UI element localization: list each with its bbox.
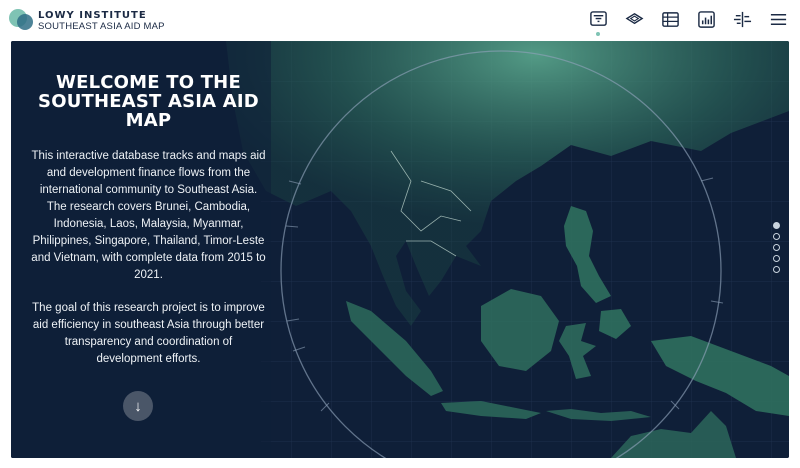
top-bar: LOWY INSTITUTE SOUTHEAST ASIA AID MAP — [0, 0, 800, 40]
bar-chart-button[interactable] — [697, 10, 716, 29]
compare-icon — [733, 11, 752, 28]
map-layers-button[interactable] — [625, 10, 644, 29]
menu-icon — [770, 13, 787, 26]
intro-panel: WELCOME TO THE SOUTHEAST ASIA AID MAP Th… — [31, 73, 266, 384]
scroll-down-button[interactable]: ↓ — [123, 391, 153, 421]
lowy-logo-icon[interactable] — [9, 9, 35, 31]
pager-dot-4[interactable] — [773, 255, 780, 262]
menu-button[interactable] — [769, 10, 788, 29]
pager-dot-3[interactable] — [773, 244, 780, 251]
table-button[interactable] — [661, 10, 680, 29]
intro-paragraph-1: This interactive database tracks and map… — [31, 150, 266, 281]
section-pager — [773, 222, 780, 273]
filter-button[interactable] — [589, 10, 608, 36]
main-nav — [589, 10, 788, 36]
active-indicator — [596, 32, 600, 36]
pager-dot-2[interactable] — [773, 233, 780, 240]
intro-paragraph-2: The goal of this research project is to … — [32, 302, 265, 365]
project-name: SOUTHEAST ASIA AID MAP — [38, 21, 165, 32]
brand[interactable]: LOWY INSTITUTE SOUTHEAST ASIA AID MAP — [38, 10, 165, 32]
bar-chart-icon — [698, 11, 715, 28]
compare-button[interactable] — [733, 10, 752, 29]
map-layers-icon — [625, 12, 644, 25]
pager-dot-1[interactable] — [773, 222, 780, 229]
hero-map-section: WELCOME TO THE SOUTHEAST ASIA AID MAP Th… — [11, 41, 789, 458]
page-title: WELCOME TO THE SOUTHEAST ASIA AID MAP — [38, 72, 259, 131]
table-icon — [662, 12, 679, 27]
org-name: LOWY INSTITUTE — [38, 10, 147, 21]
pager-dot-5[interactable] — [773, 266, 780, 273]
filter-icon — [590, 11, 607, 26]
arrow-down-icon: ↓ — [134, 397, 142, 415]
